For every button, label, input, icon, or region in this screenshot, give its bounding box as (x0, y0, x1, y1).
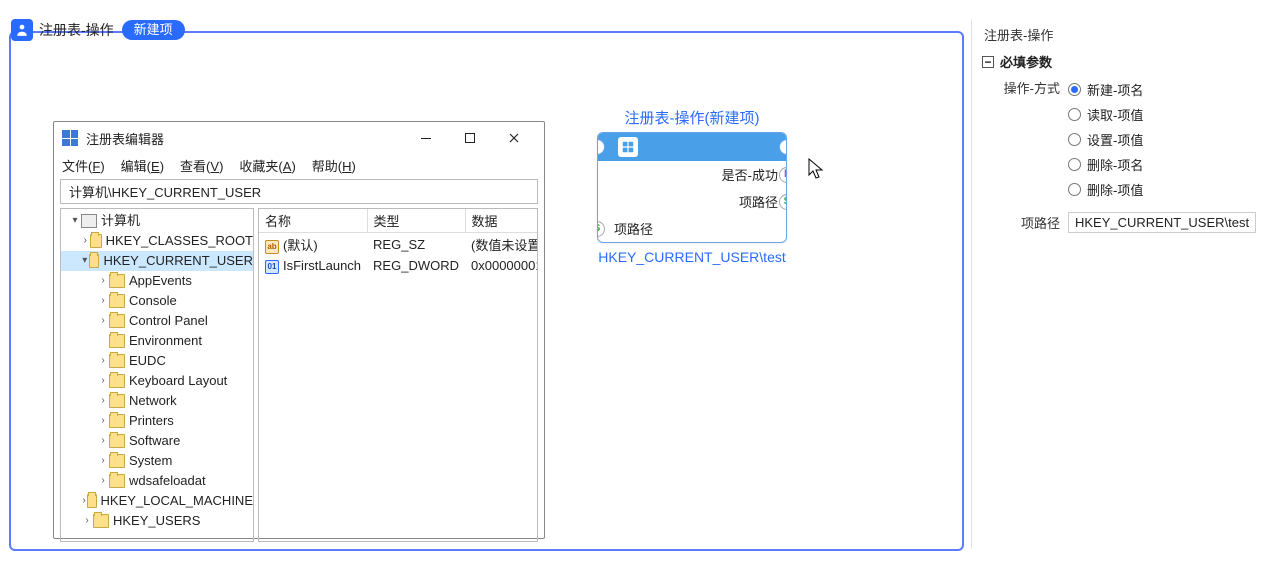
folder-icon (89, 254, 100, 268)
prop-mode-field: 新建-项名 读取-项值 设置-项值 删除-项名 删除-项值 (1068, 77, 1247, 202)
node-icon (618, 137, 638, 157)
menu-edit[interactable]: 编辑(E) (121, 156, 164, 175)
out-path: 项路径 S (598, 188, 786, 215)
menu-fav[interactable]: 收藏夹(A) (239, 156, 295, 175)
menu-file[interactable]: 文件(F) (62, 156, 105, 175)
tree-item[interactable]: ›Keyboard Layout (61, 371, 253, 391)
flow-node[interactable]: 注册表-操作(新建项) › › 是否-成功 b 项路径 S (597, 107, 787, 265)
tree-item[interactable]: ›Software (61, 431, 253, 451)
tree-item[interactable]: ›Console (61, 291, 253, 311)
tree-item[interactable]: ›Printers (61, 411, 253, 431)
radio-icon (1068, 83, 1081, 96)
exec-in-port[interactable]: › (597, 139, 605, 155)
in-path: S 项路径 (598, 215, 786, 242)
folder-icon (87, 494, 96, 508)
prop-path-input[interactable]: HKEY_CURRENT_USER\test (1068, 212, 1256, 233)
tree-item[interactable]: ›Network (61, 391, 253, 411)
folder-icon (109, 294, 125, 308)
radio-option-4[interactable]: 删除-项值 (1068, 177, 1247, 202)
table-row[interactable]: 01IsFirstLaunch REG_DWORD 0x00000001 (1) (259, 256, 538, 276)
radio-icon (1068, 158, 1081, 171)
folder-icon (109, 434, 125, 448)
out-success: 是否-成功 b (598, 161, 786, 188)
folder-icon (109, 394, 125, 408)
tree-item[interactable]: › HKEY_CLASSES_ROOT (61, 231, 253, 251)
regedit-value-list[interactable]: 名称 类型 数据 ab(默认) REG_SZ (数值未设置) (258, 208, 538, 542)
prop-mode-label: 操作-方式 (982, 77, 1060, 97)
pc-icon (81, 214, 97, 228)
folder-icon (109, 314, 125, 328)
chip-title: 注册表-操作 (39, 20, 114, 40)
radio-option-0[interactable]: 新建-项名 (1068, 77, 1247, 102)
table-row[interactable]: ab(默认) REG_SZ (数值未设置) (259, 233, 538, 257)
regedit-menubar: 文件(F) 编辑(E) 查看(V) 收藏夹(A) 帮助(H) (54, 154, 544, 179)
tree-item[interactable]: ›System (61, 451, 253, 471)
properties-panel: 注册表-操作 − 必填参数 操作-方式 新建-项名 读取-项值 设置-项值 (971, 19, 1257, 549)
folder-icon (109, 374, 125, 388)
radio-option-1[interactable]: 读取-项值 (1068, 102, 1247, 127)
port-bool[interactable]: b (779, 167, 787, 183)
chip-new-button[interactable]: 新建项 (122, 20, 185, 40)
close-button[interactable] (492, 126, 536, 150)
regedit-titlebar: 注册表编辑器 (54, 122, 544, 154)
maximize-button[interactable] (448, 126, 492, 150)
minimize-button[interactable] (404, 126, 448, 150)
folder-icon (109, 454, 125, 468)
tree-item[interactable]: Environment (61, 331, 253, 351)
folder-icon (109, 414, 125, 428)
folder-icon (93, 514, 109, 528)
col-data[interactable]: 数据 (465, 209, 538, 233)
person-icon (11, 19, 33, 41)
col-type[interactable]: 类型 (367, 209, 465, 233)
cursor-icon (808, 158, 826, 183)
menu-view[interactable]: 查看(V) (180, 156, 223, 175)
tree-item[interactable]: ›HKEY_USERS (61, 511, 253, 531)
folder-icon (109, 334, 125, 348)
radio-icon (1068, 108, 1081, 121)
chip-header: 注册表-操作 新建项 (11, 19, 185, 41)
menu-help[interactable]: 帮助(H) (312, 156, 356, 175)
tree-root[interactable]: ▾ 计算机 (61, 211, 253, 231)
radio-icon (1068, 133, 1081, 146)
tree-item[interactable]: ›Control Panel (61, 311, 253, 331)
prop-path-label: 项路径 (982, 212, 1060, 232)
flow-node-title: 注册表-操作(新建项) (597, 107, 787, 128)
flow-node-caption: HKEY_CURRENT_USER\test (597, 249, 787, 265)
regedit-title: 注册表编辑器 (86, 129, 396, 148)
props-title: 注册表-操作 (982, 23, 1247, 50)
radio-icon (1068, 183, 1081, 196)
folder-icon (109, 474, 125, 488)
flow-node-header[interactable]: › › (598, 133, 786, 161)
folder-icon (109, 354, 125, 368)
col-name[interactable]: 名称 (259, 209, 367, 233)
radio-option-3[interactable]: 删除-项名 (1068, 152, 1247, 177)
radio-option-2[interactable]: 设置-项值 (1068, 127, 1247, 152)
regedit-address[interactable]: 计算机\HKEY_CURRENT_USER (60, 179, 538, 204)
workspace: 注册表编辑器 文件(F) 编辑(E) 查看(V) 收藏夹(A) (9, 31, 964, 551)
tree-item[interactable]: ›HKEY_LOCAL_MACHINE (61, 491, 253, 511)
value-str-icon: ab (265, 240, 279, 254)
regedit-window: 注册表编辑器 文件(F) 编辑(E) 查看(V) 收藏夹(A) (53, 121, 545, 539)
exec-out-port[interactable]: › (779, 139, 787, 155)
regedit-tree[interactable]: ▾ 计算机 › HKEY_CLASSES_ROOT ▾ HKEY_CURRENT… (60, 208, 254, 542)
collapse-icon[interactable]: − (982, 56, 994, 68)
tree-item-selected[interactable]: ▾ HKEY_CURRENT_USER (61, 251, 253, 271)
props-section-header[interactable]: − 必填参数 (982, 50, 1247, 77)
folder-icon (90, 234, 102, 248)
port-string[interactable]: S (779, 194, 787, 210)
folder-icon (109, 274, 125, 288)
regedit-icon (62, 130, 78, 146)
tree-item[interactable]: ›AppEvents (61, 271, 253, 291)
tree-item[interactable]: ›EUDC (61, 351, 253, 371)
tree-item[interactable]: ›wdsafeloadat (61, 471, 253, 491)
value-num-icon: 01 (265, 260, 279, 274)
port-string[interactable]: S (597, 221, 605, 237)
